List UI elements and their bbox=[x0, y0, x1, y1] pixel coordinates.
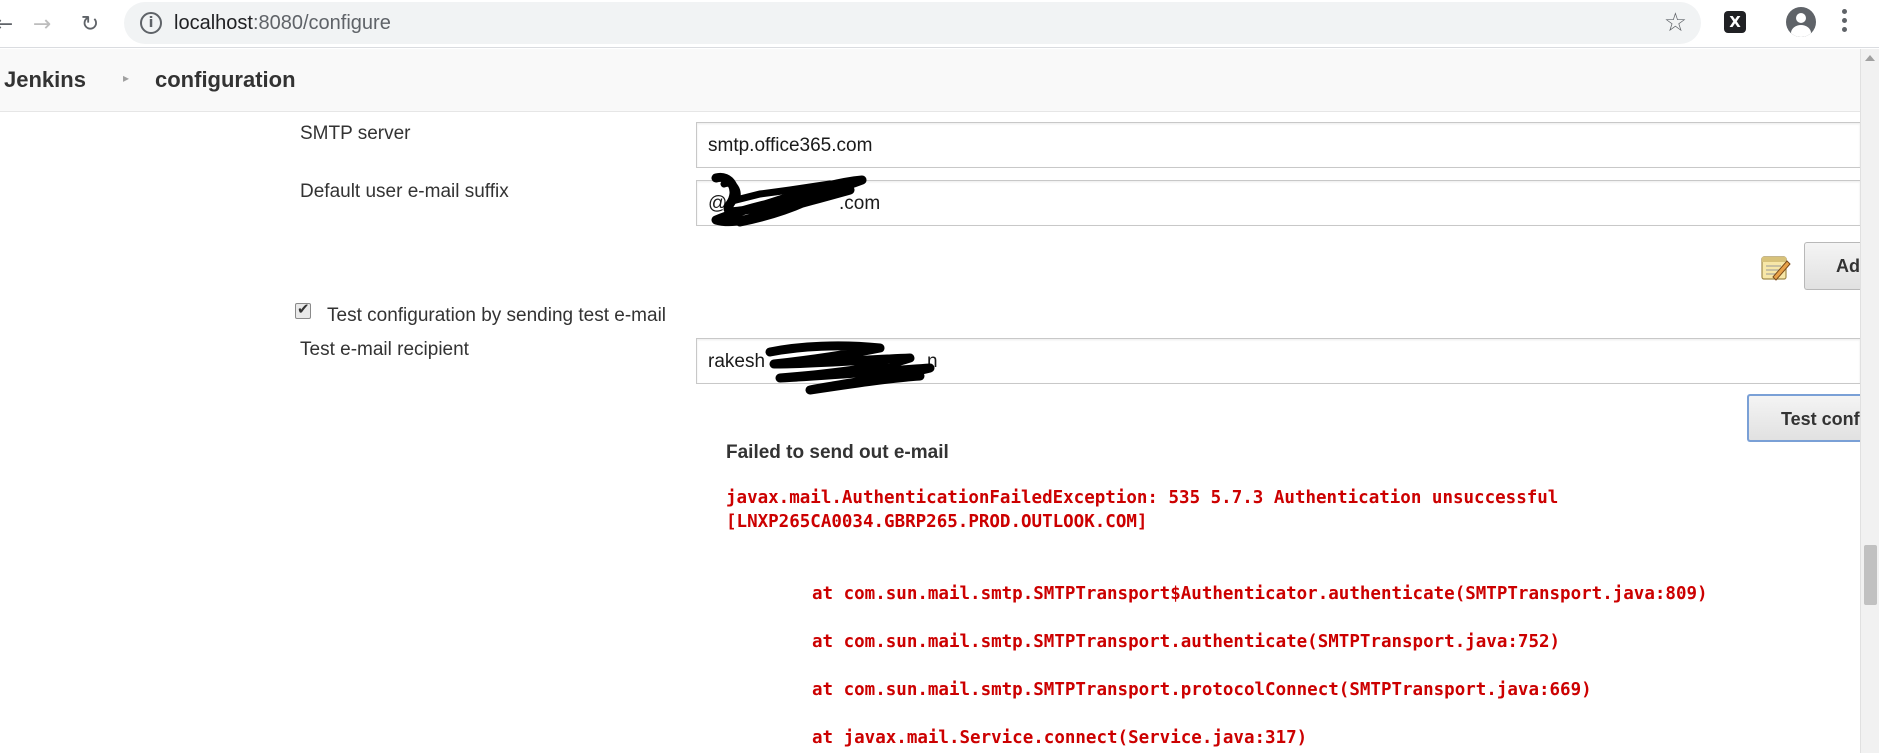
checkmark-icon: ✔ bbox=[297, 300, 310, 318]
back-icon[interactable]: ← bbox=[0, 6, 22, 42]
notepad-icon bbox=[1761, 256, 1791, 281]
breadcrumb-jenkins[interactable]: Jenkins bbox=[4, 67, 86, 93]
browser-menu-icon[interactable] bbox=[1840, 9, 1848, 37]
test-config-checkbox-label[interactable]: Test configuration by sending test e-mai… bbox=[327, 305, 666, 327]
recipient-label: Test e-mail recipient bbox=[300, 339, 469, 360]
breadcrumb-separator-icon: ▸ bbox=[123, 71, 130, 85]
smtp-server-input[interactable]: smtp.office365.com bbox=[696, 122, 1860, 168]
smtp-server-value: smtp.office365.com bbox=[708, 135, 873, 156]
stack-trace-line: at com.sun.mail.smtp.SMTPTransport.authe… bbox=[812, 632, 1561, 652]
scrollbar-thumb[interactable] bbox=[1864, 545, 1877, 605]
smtp-server-label: SMTP server bbox=[300, 123, 411, 144]
breadcrumb: Jenkins ▸ configuration bbox=[0, 49, 1860, 112]
page-scrollbar[interactable] bbox=[1860, 49, 1879, 753]
url-host: localhost bbox=[174, 12, 253, 34]
browser-toolbar: ← → ↻ i localhost:8080/configure ☆ X bbox=[0, 0, 1879, 48]
test-configuration-button[interactable]: Test conf bbox=[1747, 394, 1860, 442]
test-config-checkbox[interactable]: ✔ bbox=[295, 300, 311, 319]
site-info-icon[interactable]: i bbox=[140, 12, 162, 34]
redaction-scribble bbox=[711, 172, 867, 227]
scroll-up-arrow-icon[interactable] bbox=[1865, 55, 1875, 61]
failure-title: Failed to send out e-mail bbox=[726, 442, 949, 463]
error-message-line-2: [LNXP265CA0034.GBRP265.PROD.OUTLOOK.COM] bbox=[726, 512, 1148, 532]
stack-trace-line: at javax.mail.Service.connect(Service.ja… bbox=[812, 728, 1308, 748]
stack-trace-line: at com.sun.mail.smtp.SMTPTransport.proto… bbox=[812, 680, 1592, 700]
bookmark-star-icon[interactable]: ☆ bbox=[1664, 8, 1687, 38]
url-text[interactable]: localhost:8080/configure bbox=[174, 12, 391, 34]
extension-icon[interactable]: X bbox=[1724, 11, 1746, 33]
advanced-button[interactable]: Ad bbox=[1804, 242, 1860, 290]
forward-icon[interactable]: → bbox=[24, 6, 60, 42]
error-message-line-1: javax.mail.AuthenticationFailedException… bbox=[726, 488, 1559, 508]
address-bar[interactable]: i localhost:8080/configure ☆ bbox=[124, 2, 1701, 44]
email-suffix-label: Default user e-mail suffix bbox=[300, 181, 509, 202]
recipient-value-start: rakesh bbox=[708, 351, 766, 372]
breadcrumb-configuration[interactable]: configuration bbox=[155, 67, 296, 93]
url-path: :8080/configure bbox=[252, 12, 391, 34]
stack-trace-line: at com.sun.mail.smtp.SMTPTransport$Authe… bbox=[812, 584, 1708, 604]
profile-avatar-icon[interactable] bbox=[1786, 7, 1816, 37]
redaction-scribble-recipient bbox=[765, 341, 935, 395]
email-suffix-input[interactable]: @ .com bbox=[696, 180, 1860, 226]
reload-icon[interactable]: ↻ bbox=[72, 6, 108, 42]
page: ← → ↻ i localhost:8080/configure ☆ X Jen… bbox=[0, 0, 1879, 753]
